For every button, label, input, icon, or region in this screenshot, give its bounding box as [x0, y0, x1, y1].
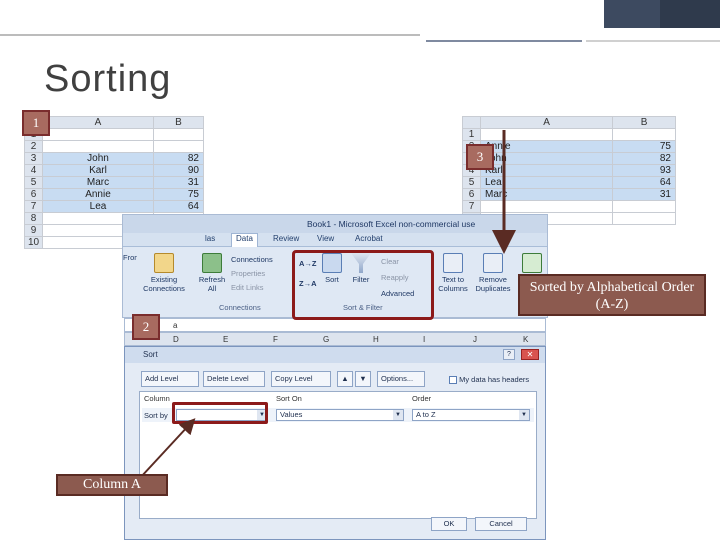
step-badge-3: 3	[466, 144, 494, 170]
column-callout-arrow	[139, 418, 196, 479]
arrow-overlay	[139, 130, 516, 479]
step-badge-1: 1	[22, 110, 50, 136]
step-badge-2: 2	[132, 314, 160, 340]
callout-column-a: Column A	[56, 474, 168, 496]
callout-sorted: Sorted by Alphabetical Order (A-Z)	[518, 274, 706, 316]
